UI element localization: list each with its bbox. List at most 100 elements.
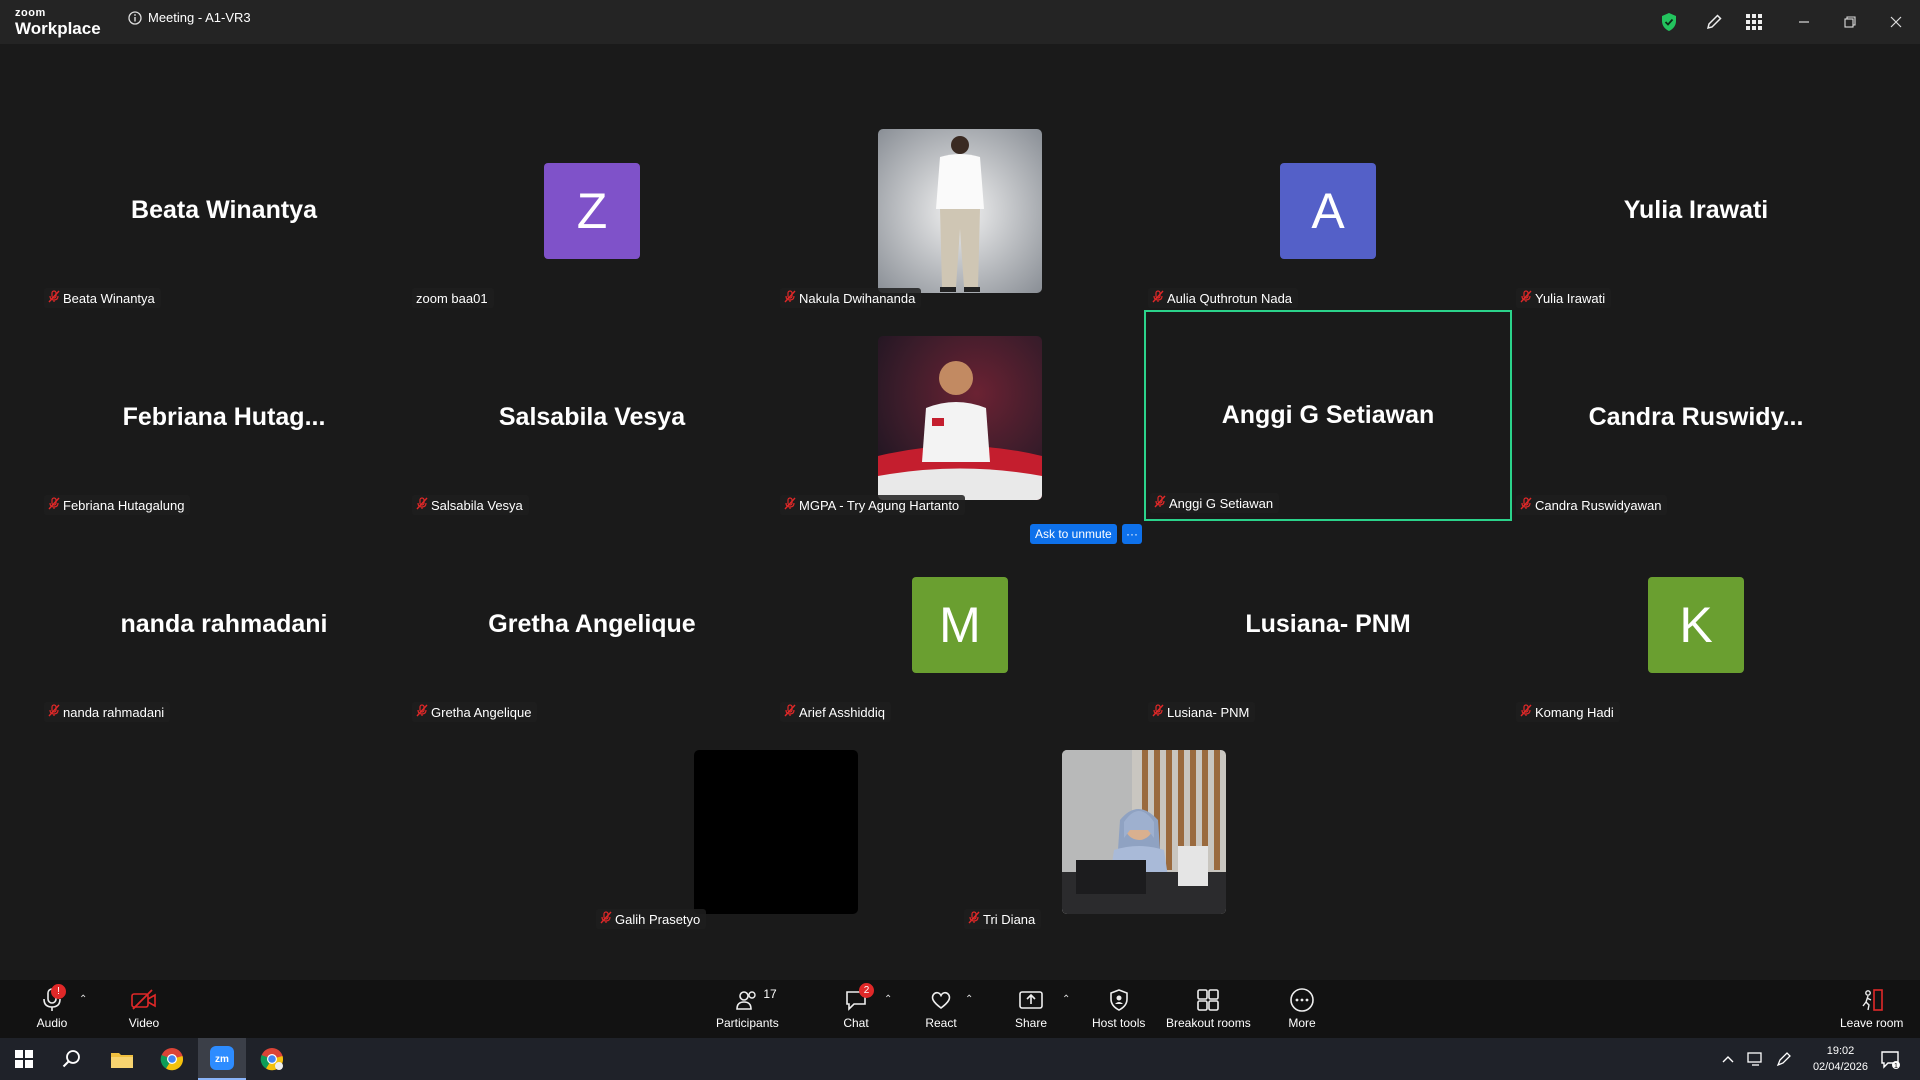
muted-mic-icon (416, 497, 428, 513)
name-label: Arief Asshiddiq (780, 702, 891, 722)
clock-time: 19:02 (1826, 1045, 1855, 1057)
chrome-icon[interactable] (148, 1038, 196, 1080)
leave-room-label: Leave room (1840, 1016, 1904, 1030)
participant-photo (878, 128, 1042, 293)
muted-mic-icon (1520, 290, 1532, 306)
zoom-app-icon[interactable]: zm (198, 1038, 246, 1080)
windows-taskbar: zm 19:02 02/04/2026 1 (0, 1038, 1920, 1080)
chat-options-caret-icon[interactable]: ⌃ (884, 994, 892, 1005)
show-hidden-icons-chevron-icon[interactable] (1714, 1038, 1742, 1080)
participant-video-black (694, 749, 858, 914)
participant-tile[interactable]: Yulia Irawati Yulia Irawati (1512, 107, 1880, 314)
name-label: Salsabila Vesya (412, 495, 529, 515)
notifications-icon[interactable]: 1 (1870, 1038, 1910, 1080)
chrome-profile-icon[interactable] (248, 1038, 296, 1080)
host-tools-button[interactable]: Host tools (1092, 985, 1145, 1030)
participant-tile[interactable]: Gretha Angelique Gretha Angelique (408, 521, 776, 728)
chat-label: Chat (843, 1016, 869, 1030)
name-label: Febriana Hutagalung (44, 495, 191, 515)
audio-options-caret-icon[interactable]: ⌃ (79, 994, 87, 1005)
participant-tile[interactable]: Z zoom baa01 (408, 107, 776, 314)
share-options-caret-icon[interactable]: ⌃ (1062, 994, 1070, 1005)
share-button[interactable]: Share (1015, 985, 1047, 1030)
participant-tile[interactable]: Beata Winantya Beata Winantya (40, 107, 408, 314)
audio-warning-badge: ! (51, 984, 66, 999)
participant-tile[interactable]: M Arief Asshiddiq (776, 521, 1144, 728)
participant-tile[interactable]: Febriana Hutag... Febriana Hutagalung (40, 314, 408, 521)
avatar: Z (544, 162, 640, 259)
participant-display-name: Candra Ruswidy... (1588, 403, 1804, 431)
react-button[interactable]: React (925, 985, 957, 1030)
video-button[interactable]: Video (128, 985, 160, 1030)
name-label: Galih Prasetyo (596, 909, 707, 929)
participant-tile[interactable]: Salsabila Vesya Salsabila Vesya (408, 314, 776, 521)
name-label: MGPA - Try Agung Hartanto (780, 495, 966, 515)
system-clock[interactable]: 19:02 02/04/2026 (1813, 1043, 1868, 1075)
participant-tile[interactable]: Tri Diana (960, 728, 1328, 935)
muted-mic-icon (1152, 704, 1164, 720)
muted-mic-icon (784, 497, 796, 513)
participant-photo (1062, 749, 1226, 914)
pen-ink-icon[interactable] (1770, 1038, 1798, 1080)
encryption-shield-icon[interactable] (1657, 10, 1681, 34)
more-button[interactable]: More (1286, 985, 1318, 1030)
name-label: zoom baa01 (412, 288, 494, 308)
svg-text:1: 1 (1894, 1063, 1898, 1069)
annotate-pen-icon[interactable] (1702, 10, 1726, 34)
leave-room-button[interactable]: Leave room (1840, 985, 1903, 1030)
heart-icon (931, 991, 951, 1010)
participant-display-name: nanda rahmadani (120, 610, 328, 638)
avatar: M (912, 576, 1008, 673)
participant-tile[interactable]: Candra Ruswidy... Candra Ruswidyawan (1512, 314, 1880, 521)
file-explorer-icon[interactable] (98, 1038, 146, 1080)
participant-tile[interactable]: Galih Prasetyo (592, 728, 960, 935)
avatar: K (1648, 576, 1744, 673)
name-label: Gretha Angelique (412, 702, 538, 722)
meeting-toolbar: ! Audio ⌃ Video 17 Participants 2 Chat ⌃… (0, 980, 1920, 1038)
name-label: Yulia Irawati (1516, 288, 1612, 308)
participant-tile[interactable]: A Aulia Quthrotun Nada (1144, 107, 1512, 314)
zoom-logo: zoom Workplace (15, 7, 101, 38)
breakout-rooms-label: Breakout rooms (1166, 1016, 1251, 1030)
participant-tile-active-speaker[interactable]: Anggi G Setiawan Anggi G Setiawan (1144, 310, 1512, 521)
video-off-icon (131, 989, 156, 1010)
participant-tile[interactable]: MGPA - Try Agung Hartanto (776, 314, 1144, 521)
muted-mic-icon (968, 911, 980, 927)
muted-mic-icon (1154, 495, 1166, 511)
chat-unread-badge: 2 (859, 983, 874, 998)
search-icon[interactable] (48, 1038, 96, 1080)
participant-tile[interactable]: Nakula Dwihananda (776, 107, 1144, 314)
close-icon[interactable] (1884, 10, 1908, 34)
react-options-caret-icon[interactable]: ⌃ (965, 994, 973, 1005)
breakout-rooms-button[interactable]: Breakout rooms (1166, 985, 1251, 1030)
network-icon[interactable] (1742, 1038, 1770, 1080)
logo-top-text: zoom (15, 7, 46, 19)
name-label: Lusiana- PNM (1148, 702, 1256, 722)
more-options-button[interactable]: ··· (1122, 524, 1142, 544)
name-label: Beata Winantya (44, 288, 161, 308)
name-label: nanda rahmadani (44, 702, 171, 722)
audio-button[interactable]: ! Audio (36, 984, 68, 1030)
windows-start-icon[interactable] (0, 1038, 48, 1080)
participant-display-name: Beata Winantya (131, 196, 317, 224)
participants-button[interactable]: 17 Participants (716, 985, 779, 1030)
muted-mic-icon (784, 704, 796, 720)
chat-button[interactable]: 2 Chat (840, 983, 874, 1030)
participant-display-name: Lusiana- PNM (1245, 610, 1411, 638)
muted-mic-icon (784, 290, 796, 306)
participant-tile[interactable]: nanda rahmadani nanda rahmadani (40, 521, 408, 728)
clock-date: 02/04/2026 (1812, 1061, 1868, 1073)
host-shield-icon (1109, 989, 1128, 1011)
participant-tile[interactable]: Lusiana- PNM Lusiana- PNM (1144, 521, 1512, 728)
ask-to-unmute-button[interactable]: Ask to unmute (1030, 524, 1117, 544)
apps-grid-icon[interactable] (1742, 10, 1766, 34)
participant-display-name: Anggi G Setiawan (1221, 401, 1435, 429)
restore-icon[interactable] (1838, 10, 1862, 34)
name-label: Komang Hadi (1516, 702, 1620, 722)
info-icon (128, 10, 142, 25)
meeting-title: Meeting - A1-VR3 (148, 10, 251, 25)
participant-tile[interactable]: K Komang Hadi (1512, 521, 1880, 728)
minimize-icon[interactable] (1792, 10, 1816, 34)
meeting-info[interactable]: Meeting - A1-VR3 (128, 10, 251, 25)
audio-label: Audio (36, 1016, 68, 1030)
